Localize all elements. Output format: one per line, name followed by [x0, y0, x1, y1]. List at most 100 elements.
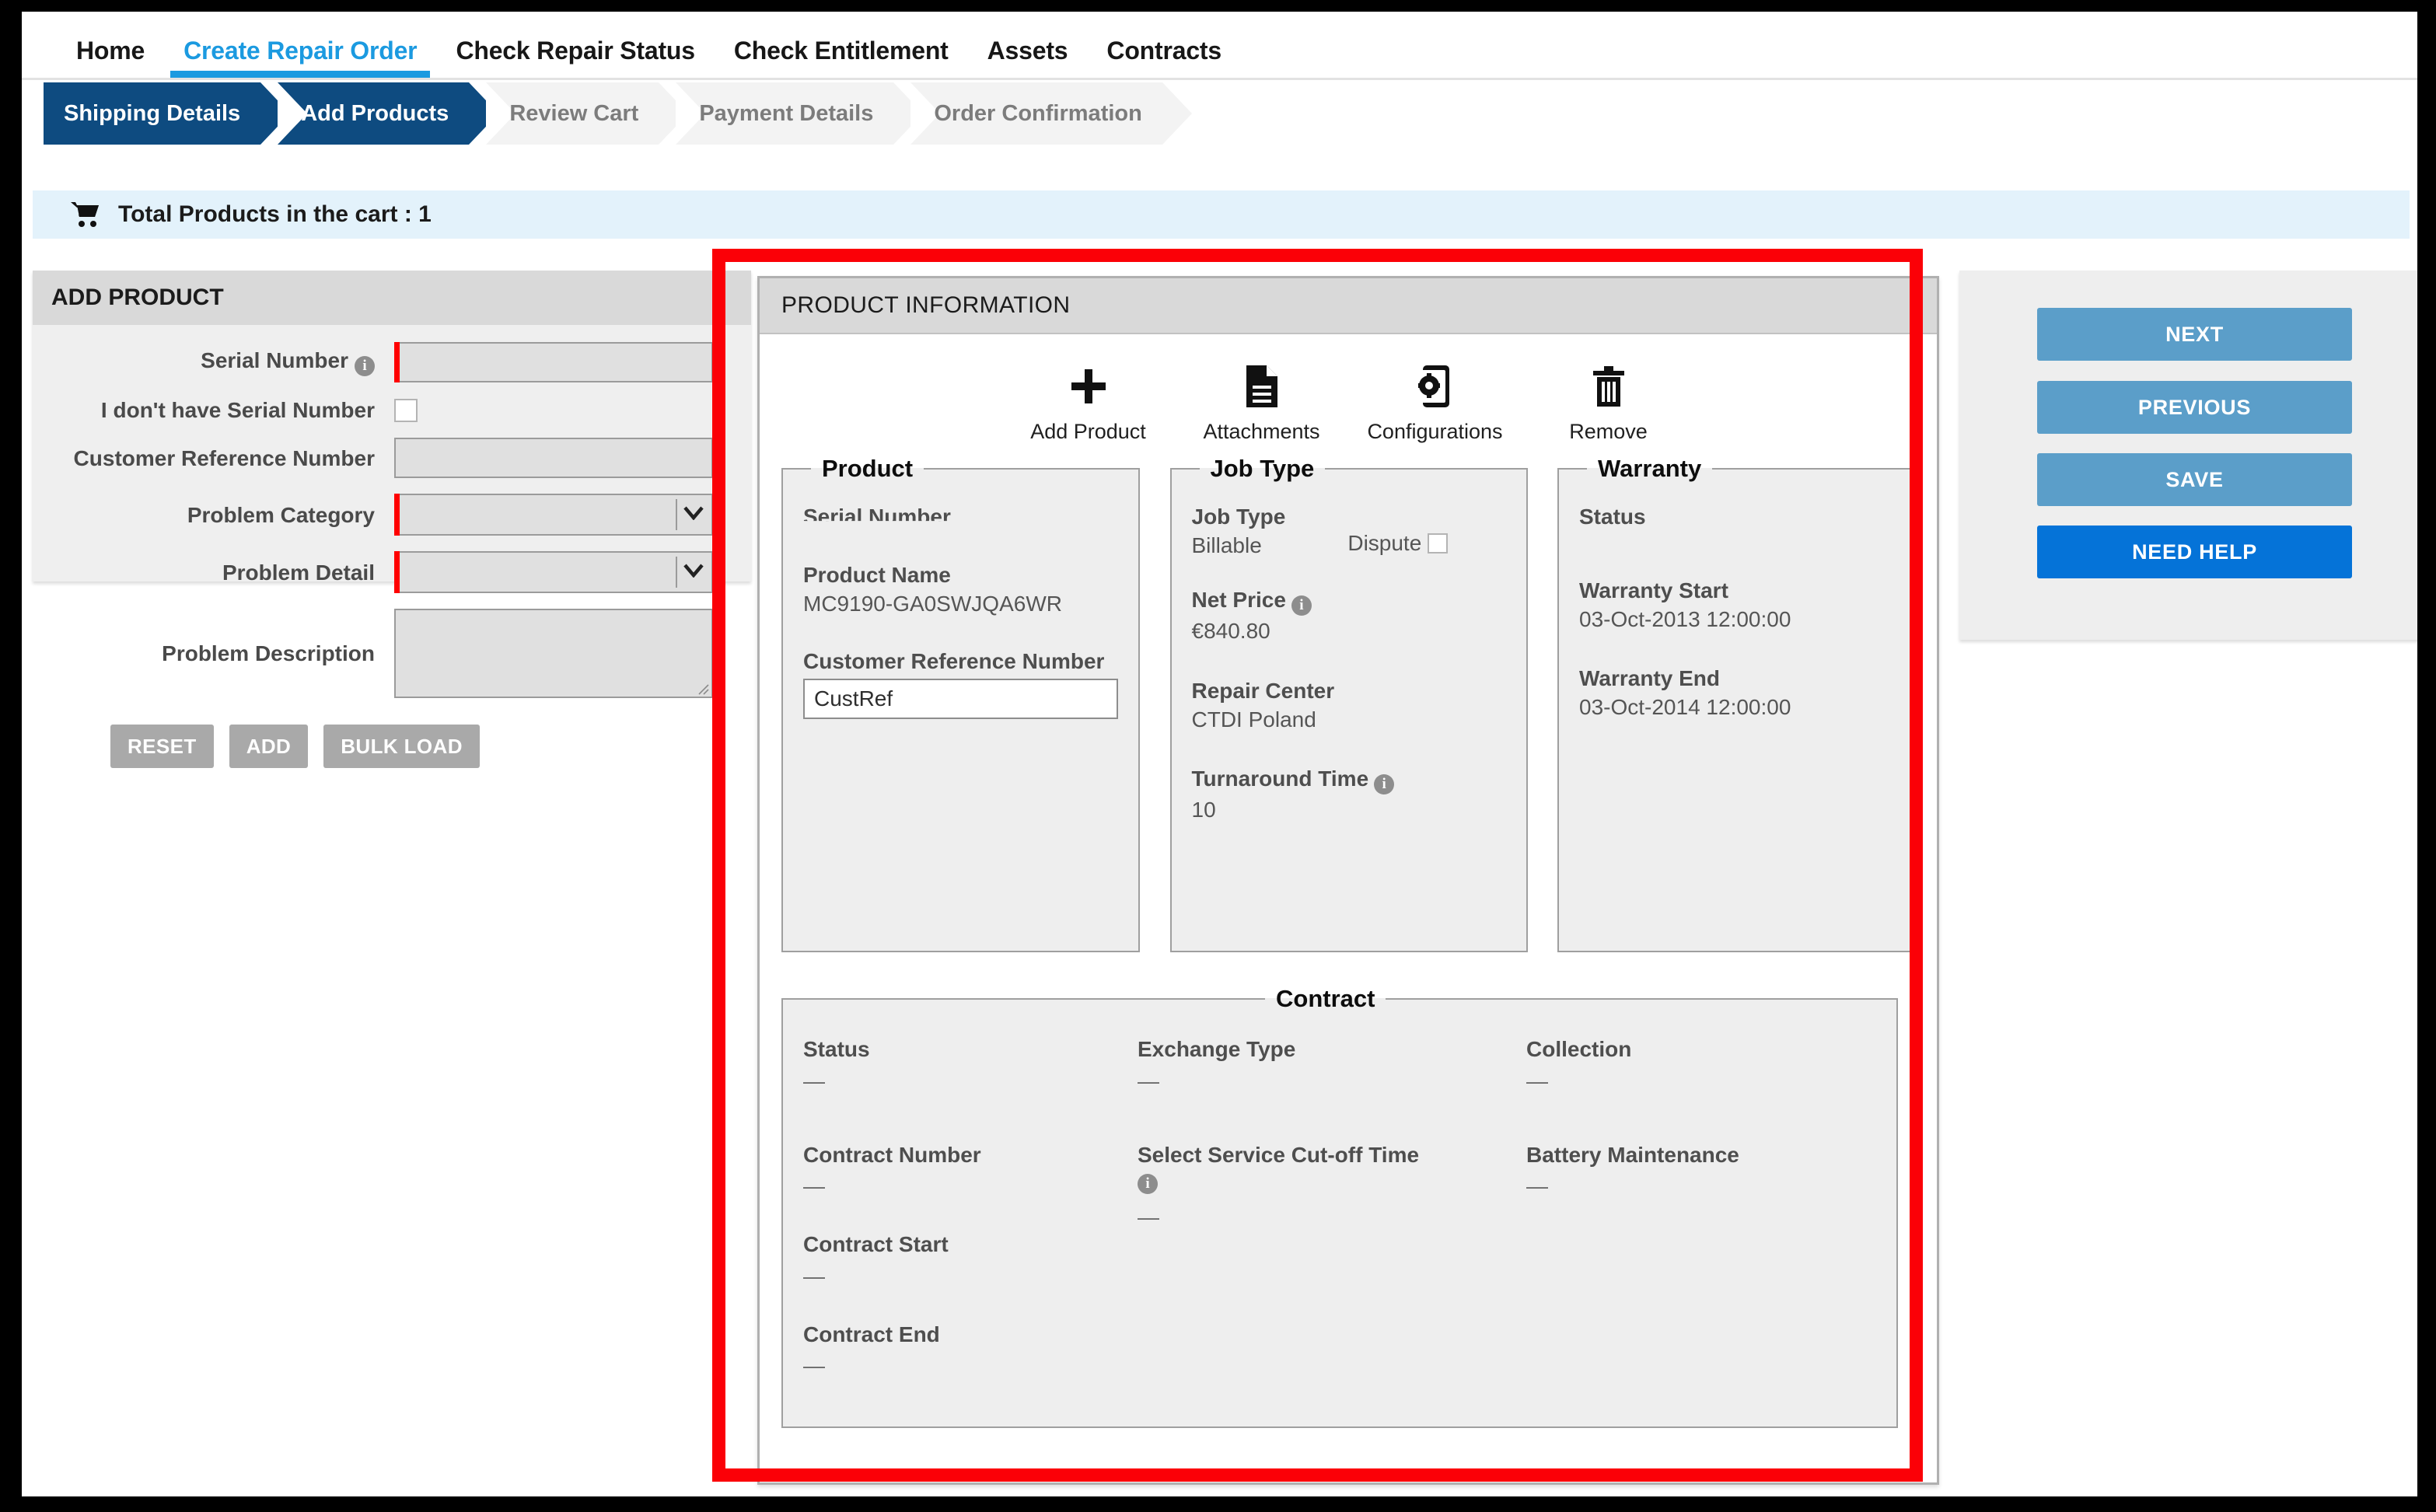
nav-item-check-repair-status[interactable]: Check Repair Status — [436, 37, 714, 78]
nav-item-check-entitlement[interactable]: Check Entitlement — [715, 37, 968, 78]
nav-item-create-repair-order[interactable]: Create Repair Order — [164, 37, 436, 78]
warranty-end-label: Warranty End — [1579, 666, 1720, 691]
document-icon — [1243, 364, 1281, 409]
info-icon[interactable]: i — [1374, 774, 1395, 795]
wizard-step-order-confirmation[interactable]: Order Confirmation — [910, 82, 1193, 145]
contract-start-value: — — [803, 1263, 825, 1288]
save-button[interactable]: SAVE — [2037, 453, 2352, 506]
resize-grip-icon[interactable] — [695, 681, 709, 695]
chevron-down-icon — [683, 564, 704, 581]
problem-description-textarea[interactable] — [394, 609, 713, 699]
contract-column-2: Exchange Type — Select Service Cut-off T… — [1138, 1036, 1526, 1411]
form-row-no-serial: I don't have Serial Number — [33, 398, 751, 422]
warranty-fieldset-body: Status Warranty Start 03-Oct-2013 12:00:… — [1559, 483, 1914, 722]
net-price-value: €840.80 — [1191, 619, 1270, 644]
product-name: Product Name MC9190-GA0SWJQA6WR — [803, 561, 1118, 618]
contract-number: Contract Number — — [803, 1142, 1138, 1198]
product-information-title: PRODUCT INFORMATION — [760, 278, 1937, 334]
job-type-value-block: Job Type Billable — [1192, 503, 1286, 560]
customer-reference-input[interactable] — [394, 438, 713, 479]
job-type-fieldset: Job Type Job Type Billable Dispute Net P… — [1169, 455, 1528, 952]
product-name-label: Product Name — [803, 563, 951, 587]
problem-category-select[interactable] — [394, 494, 713, 536]
problem-category-field-wrap — [394, 494, 713, 536]
nav-item-home[interactable]: Home — [57, 37, 164, 78]
trash-icon — [1590, 364, 1627, 409]
collection-value: — — [1526, 1068, 1548, 1093]
wizard-step-add-products[interactable]: Add Products — [278, 82, 499, 145]
turnaround-time-label-text: Turnaround Time — [1191, 766, 1369, 791]
select-divider — [676, 557, 677, 588]
collection-label: Collection — [1526, 1037, 1632, 1061]
shopping-cart-icon — [70, 201, 101, 229]
add-product-panel: ADD PRODUCT Serial Number i I don't have … — [33, 271, 751, 769]
contract-status: Status — — [803, 1036, 1138, 1092]
form-row-problem-category: Problem Category — [33, 494, 751, 536]
no-serial-checkbox[interactable] — [394, 398, 418, 422]
cart-summary-text: Total Products in the cart : 1 — [118, 201, 432, 227]
bulk-load-button[interactable]: BULK LOAD — [323, 725, 480, 769]
problem-description-label: Problem Description — [162, 641, 375, 666]
need-help-button[interactable]: NEED HELP — [2037, 526, 2352, 578]
attachments-tool[interactable]: Attachments — [1182, 364, 1341, 444]
serial-number-label-text: Serial Number — [201, 348, 348, 372]
customer-reference-label: Customer Reference Number — [73, 445, 375, 470]
wizard-step-label: Order Confirmation — [934, 100, 1142, 126]
serial-number-input[interactable] — [394, 342, 713, 382]
info-icon[interactable]: i — [1138, 1174, 1158, 1195]
add-product-buttons: RESET ADD BULK LOAD — [33, 725, 751, 791]
problem-detail-field-wrap — [394, 551, 713, 594]
info-icon[interactable]: i — [1291, 595, 1312, 616]
serial-number-label: Serial Number i — [33, 348, 394, 376]
previous-button[interactable]: PREVIOUS — [2037, 381, 2352, 434]
job-type-row: Job Type Billable Dispute — [1192, 503, 1506, 586]
select-divider — [676, 499, 677, 531]
reset-button[interactable]: RESET — [110, 725, 214, 769]
configurations-tool-label: Configurations — [1367, 420, 1503, 443]
action-button-panel: NEXT PREVIOUS SAVE NEED HELP — [1959, 271, 2417, 640]
repair-center-label: Repair Center — [1191, 678, 1335, 703]
nav-item-assets[interactable]: Assets — [968, 37, 1088, 78]
product-information-card: PRODUCT INFORMATION Add Product Attachme… — [757, 276, 1939, 1485]
product-fieldset-legend: Product — [822, 455, 914, 482]
problem-detail-select[interactable] — [394, 551, 713, 594]
wizard-step-payment-details[interactable]: Payment Details — [676, 82, 924, 145]
application-frame: Home Create Repair Order Check Repair St… — [22, 12, 2417, 1496]
nav-item-contracts[interactable]: Contracts — [1087, 37, 1241, 78]
no-serial-label: I don't have Serial Number — [100, 398, 375, 422]
dispute-checkbox[interactable] — [1428, 533, 1449, 553]
add-product-tool-label: Add Product — [1030, 420, 1146, 443]
serial-number-field-wrap — [394, 342, 713, 382]
exchange-type-value: — — [1138, 1068, 1159, 1093]
add-button[interactable]: ADD — [229, 725, 309, 769]
product-customer-reference-input[interactable]: CustRef — [803, 679, 1118, 720]
wizard-step-shipping-details[interactable]: Shipping Details — [44, 82, 291, 145]
product-customer-reference-label: Customer Reference Number — [803, 649, 1105, 674]
required-marker — [394, 494, 400, 536]
warranty-fieldset-legend: Warranty — [1598, 455, 1702, 482]
turnaround-time-label: Turnaround Time i — [1191, 765, 1506, 795]
wizard-step-label: Add Products — [301, 100, 449, 126]
wizard-step-review-cart[interactable]: Review Cart — [486, 82, 689, 145]
problem-detail-label: Problem Detail — [222, 560, 375, 585]
plus-icon — [1067, 364, 1110, 409]
dispute-control: Dispute — [1347, 531, 1449, 556]
next-button[interactable]: NEXT — [2037, 308, 2352, 361]
info-icon[interactable]: i — [355, 356, 375, 376]
contract-end-label: Contract End — [803, 1322, 940, 1346]
turnaround-time: Turnaround Time i 10 — [1192, 765, 1506, 824]
job-type-fieldset-body: Job Type Billable Dispute Net Price i €84… — [1172, 483, 1526, 825]
service-cutoff-info: i — [1138, 1174, 1526, 1195]
exchange-type-label: Exchange Type — [1138, 1037, 1296, 1061]
product-detail-fieldsets: Product Serial Number Product Name MC919… — [760, 444, 1937, 952]
contract-status-label: Status — [803, 1037, 870, 1061]
contract-end: Contract End — — [803, 1322, 1138, 1378]
contract-number-label: Contract Number — [803, 1142, 981, 1167]
add-product-tool[interactable]: Add Product — [1008, 364, 1168, 444]
wizard-step-label: Payment Details — [699, 100, 874, 126]
remove-tool[interactable]: Remove — [1529, 364, 1688, 444]
product-serial-number: Serial Number — [803, 503, 1118, 530]
cart-summary-bar: Total Products in the cart : 1 — [33, 190, 2410, 239]
configurations-tool[interactable]: Configurations — [1355, 364, 1515, 444]
net-price-label: Net Price i — [1192, 586, 1506, 616]
